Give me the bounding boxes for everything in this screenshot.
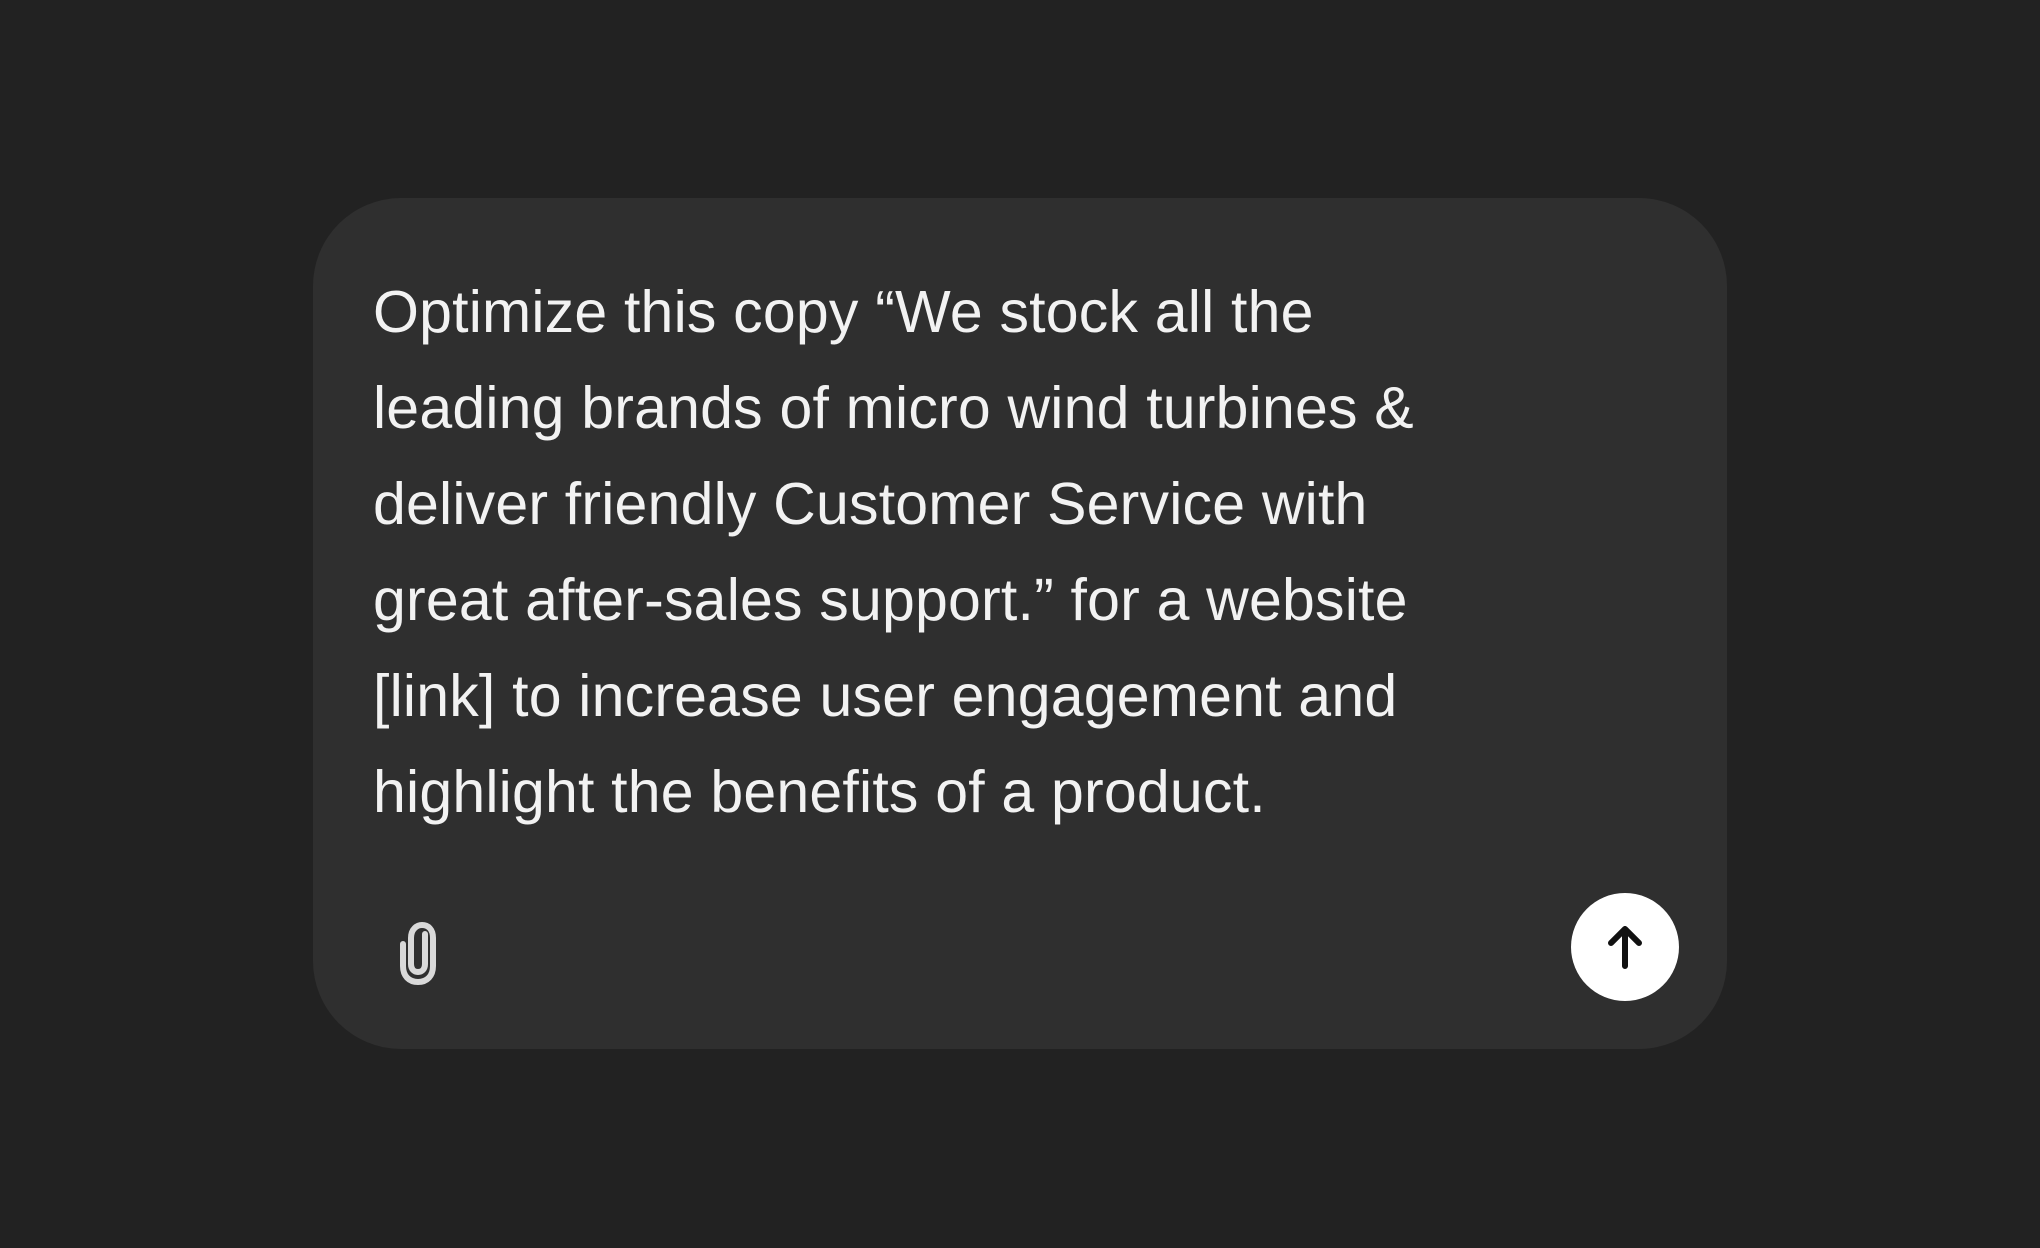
arrow-up-icon (1608, 926, 1642, 969)
prompt-line: [link] to increase user engagement and (373, 663, 1398, 729)
prompt-line: leading brands of micro wind turbines & (373, 375, 1414, 441)
prompt-line: great after-sales support.” for a websit… (373, 567, 1408, 633)
paperclip-icon (400, 922, 436, 985)
prompt-line: highlight the benefits of a product. (373, 759, 1266, 825)
attach-file-button[interactable] (383, 912, 453, 992)
prompt-line: Optimize this copy “We stock all the (373, 279, 1314, 345)
send-button[interactable] (1571, 893, 1679, 1001)
prompt-line: deliver friendly Customer Service with (373, 471, 1368, 537)
prompt-input-text[interactable]: Optimize this copy “We stock all the lea… (373, 264, 1553, 840)
chat-composer[interactable]: Optimize this copy “We stock all the lea… (313, 198, 1727, 1049)
